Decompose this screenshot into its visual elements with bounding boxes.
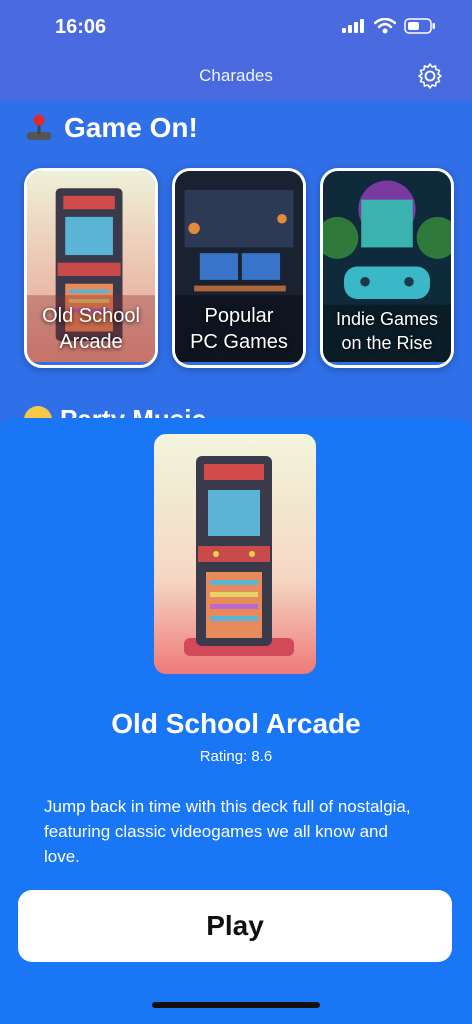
deck-card-old-school-arcade[interactable]: Old School Arcade [24,168,158,368]
nav-title: Charades [199,66,273,85]
deck-card-indie-games[interactable]: Indie Games on the Rise [320,168,454,368]
battery-icon [404,18,435,34]
deck-rating: Rating: 8.6 [199,748,273,765]
deck-carousel: Old School Arcade Popular PC Games Indie… [24,168,454,368]
play-button[interactable]: Play [18,890,452,962]
deck-card-popular-pc-games[interactable]: Popular PC Games [172,168,306,368]
joystick-icon [27,114,51,140]
status-icons [342,18,436,34]
section-heading: Game On! [24,112,198,144]
wifi-icon [374,18,396,34]
deck-cover-image [154,434,316,674]
deck-card-label: Popular PC Games [190,305,288,353]
deck-title: Old School Arcade [111,708,361,739]
status-time: 16:06 [55,16,107,38]
gear-icon[interactable] [416,62,444,90]
deck-description: Jump back in time with this deck full of… [44,797,411,866]
deck-detail-sheet: Old School Arcade Rating: 8.6 Jump back … [0,418,472,1024]
deck-card-label: Old School Arcade [42,305,140,353]
section-title: Game On! [64,112,198,143]
signal-icon [342,19,364,33]
deck-card-label: Indie Games on the Rise [335,309,439,353]
header: 16:06 Charades [0,0,472,100]
home-indicator [152,1002,320,1008]
